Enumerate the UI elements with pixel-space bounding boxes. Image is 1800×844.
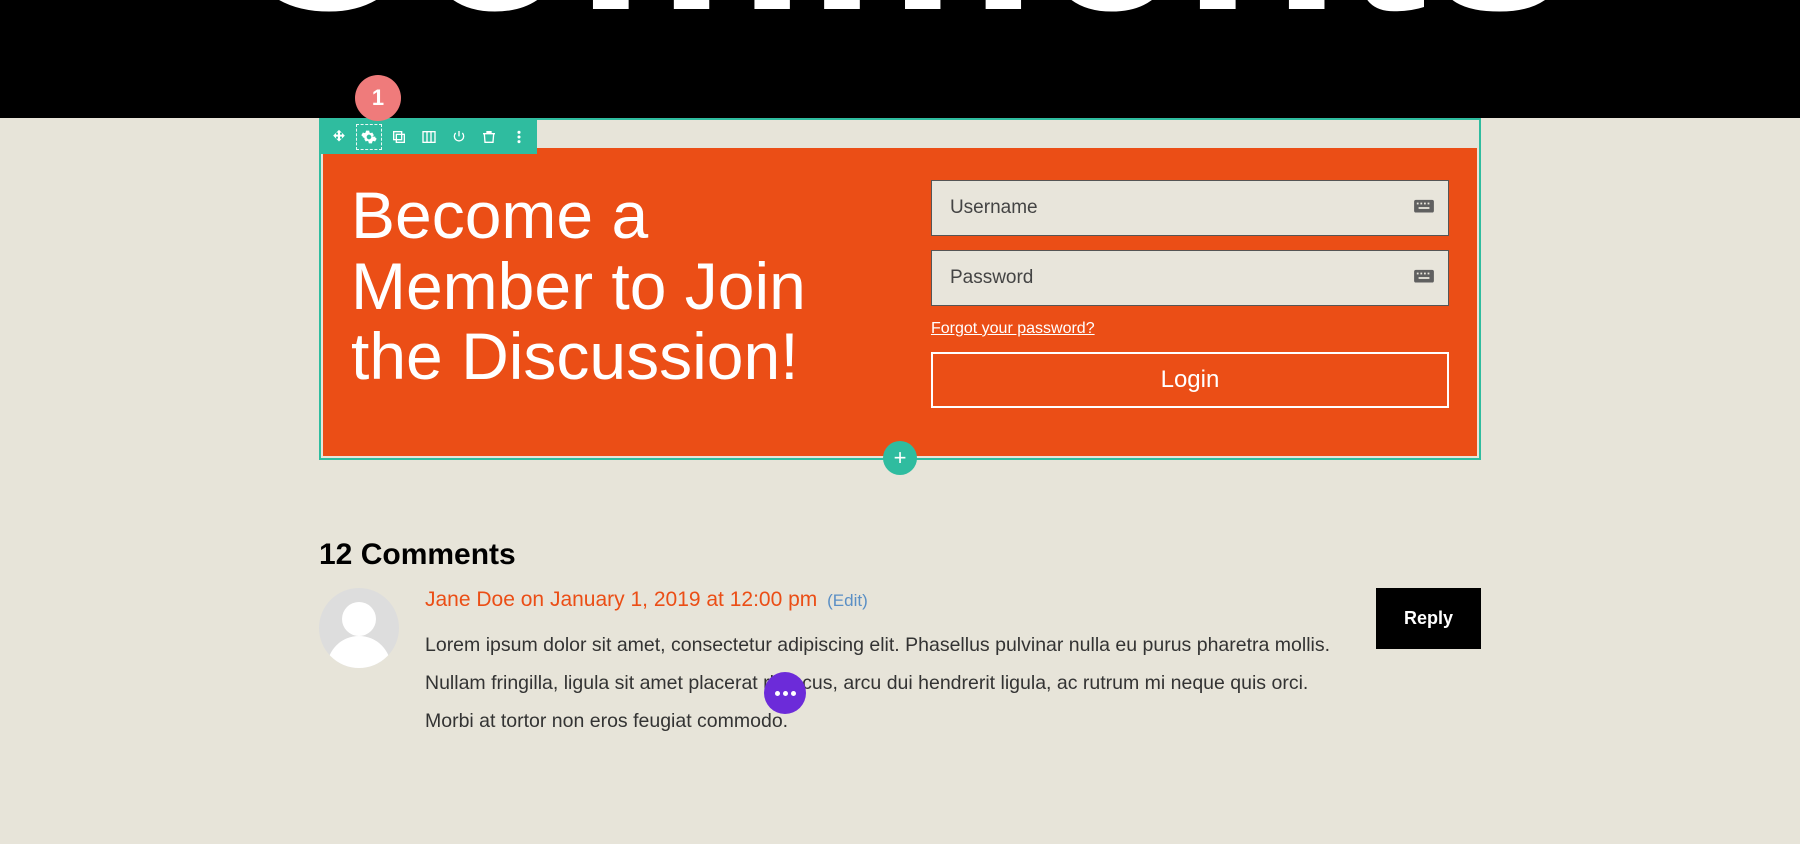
login-button[interactable]: Login (931, 352, 1449, 408)
add-section-button[interactable]: + (883, 441, 917, 475)
editor-section: Become a Member to Join the Discussion! … (319, 118, 1481, 460)
comments-count-heading: 12 Comments (319, 538, 1481, 572)
comment-item: Jane Doe on January 1, 2019 at 12:00 pm … (319, 588, 1481, 740)
cta-block: Become a Member to Join the Discussion! … (323, 148, 1477, 456)
gear-icon[interactable] (355, 123, 383, 151)
comment-text: Lorem ipsum dolor sit amet, consectetur … (425, 626, 1355, 740)
password-input[interactable] (931, 250, 1449, 306)
edit-comment-link[interactable]: (Edit) (827, 591, 868, 610)
main-container: 1 Be (319, 118, 1481, 740)
step-badge: 1 (355, 75, 401, 121)
autofill-icon (1413, 269, 1435, 287)
username-wrap (931, 180, 1449, 236)
move-icon[interactable] (325, 123, 353, 151)
comment-date-prefix: on (515, 588, 550, 611)
reply-button[interactable]: Reply (1376, 588, 1481, 649)
password-wrap (931, 250, 1449, 306)
dot-icon (783, 691, 788, 696)
comment-body: Jane Doe on January 1, 2019 at 12:00 pm … (425, 588, 1481, 740)
page-title: Comments (228, 0, 1572, 50)
duplicate-icon[interactable] (385, 123, 413, 151)
section-toolbar (321, 120, 537, 154)
cta-left: Become a Member to Join the Discussion! (351, 180, 895, 408)
dot-icon (791, 691, 796, 696)
login-form: Forgot your password? Login (931, 180, 1449, 408)
forgot-password-link[interactable]: Forgot your password? (931, 320, 1449, 338)
cta-heading: Become a Member to Join the Discussion! (351, 180, 895, 392)
more-icon[interactable] (505, 123, 533, 151)
dot-icon (775, 691, 780, 696)
page-header: Comments (0, 0, 1800, 118)
columns-icon[interactable] (415, 123, 443, 151)
power-icon[interactable] (445, 123, 473, 151)
comments-section: 12 Comments Jane Doe on January 1, 2019 … (319, 538, 1481, 740)
comment-author[interactable]: Jane Doe (425, 588, 515, 611)
comment-meta: Jane Doe on January 1, 2019 at 12:00 pm … (425, 588, 1481, 612)
autofill-icon (1413, 199, 1435, 217)
comment-date: January 1, 2019 at 12:00 pm (550, 588, 817, 611)
floating-actions-button[interactable] (764, 672, 806, 714)
trash-icon[interactable] (475, 123, 503, 151)
username-input[interactable] (931, 180, 1449, 236)
avatar (319, 588, 399, 668)
